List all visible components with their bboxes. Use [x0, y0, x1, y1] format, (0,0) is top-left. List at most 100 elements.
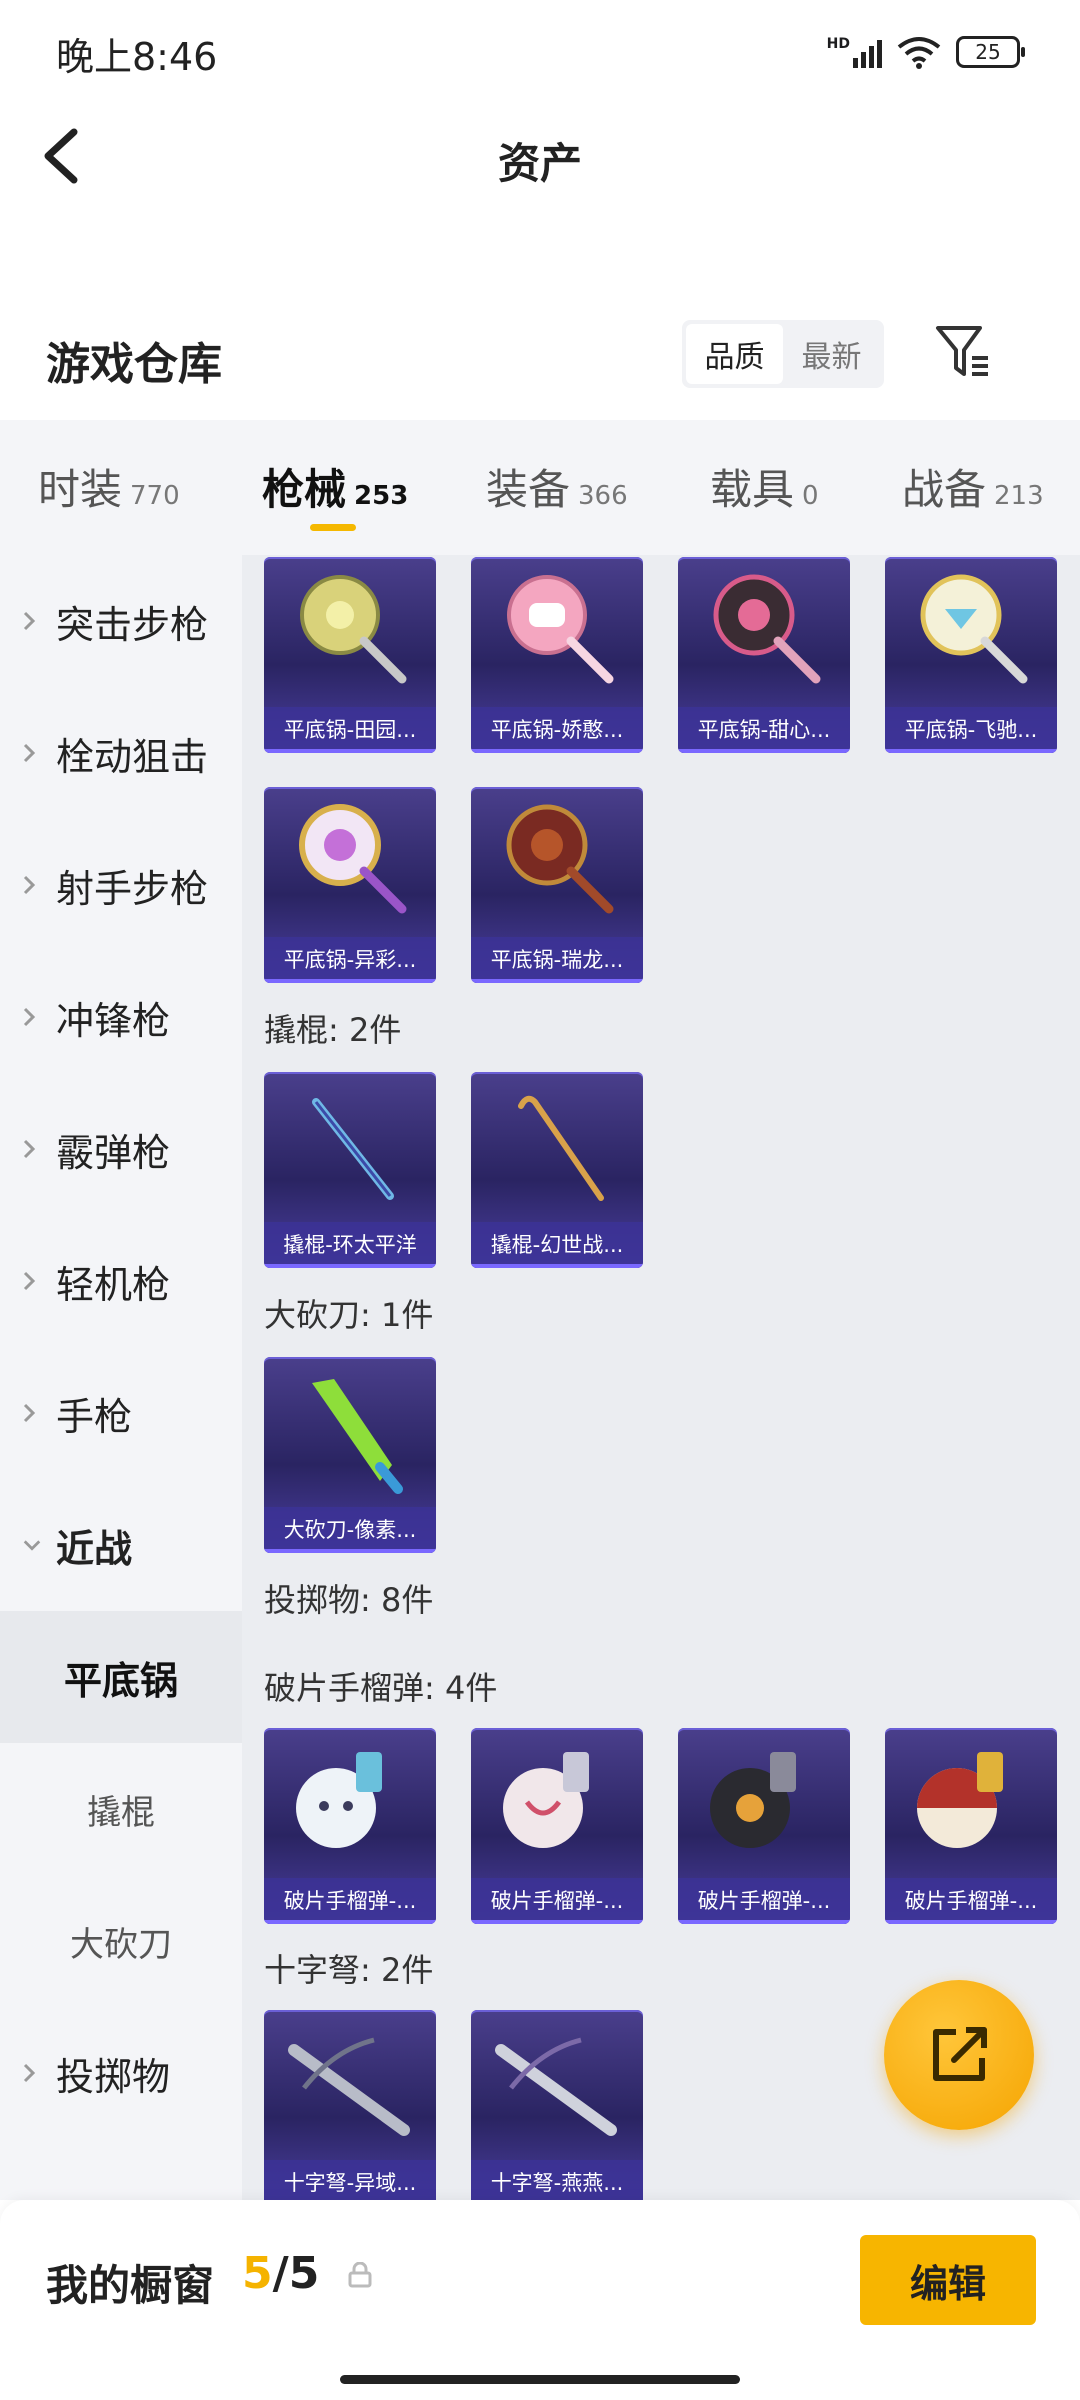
- share-external-icon: [933, 2027, 987, 2081]
- sidebar-item-shotgun[interactable]: 霰弹枪: [0, 1083, 242, 1215]
- item-card[interactable]: 破片手榴弹-...: [678, 1728, 850, 1924]
- rarity-bar: [264, 749, 436, 753]
- showcase-current: 5: [242, 2248, 273, 2299]
- status-bar: 晚上8:46 HD 25: [0, 0, 1080, 100]
- tab-label: 时装: [38, 465, 123, 514]
- item-name: 十字弩-异域...: [264, 2160, 436, 2200]
- sidebar-item-pistol[interactable]: 手枪: [0, 1347, 242, 1479]
- sort-quality-button[interactable]: 品质: [686, 324, 783, 384]
- item-grid: 平底锅-田园... 平底锅-娇憨... 平底锅-甜心... 平底锅-飞驰... …: [242, 555, 1080, 2200]
- sidebar-subitem-crowbar[interactable]: 撬棍: [0, 1743, 242, 1875]
- item-name: 破片手榴弹-...: [471, 1878, 643, 1924]
- tab-label: 战备: [902, 465, 987, 514]
- lock-icon: [348, 2262, 372, 2288]
- tab-label: 载具: [710, 465, 795, 514]
- crossbow-icon: [495, 2037, 617, 2136]
- edit-button[interactable]: 编辑: [860, 2235, 1036, 2325]
- rarity-bar: [885, 749, 1057, 753]
- tab-supplies[interactable]: 战备 213: [902, 456, 1044, 517]
- item-card[interactable]: 大砍刀-像素...: [264, 1357, 436, 1553]
- sidebar-item-throwables[interactable]: 投掷物: [0, 2007, 242, 2139]
- sidebar-item-label: 霰弹枪: [56, 1130, 171, 1175]
- item-card[interactable]: 平底锅-异彩...: [264, 787, 436, 983]
- item-card[interactable]: 平底锅-飞驰...: [885, 557, 1057, 753]
- chevron-right-icon: [22, 1006, 42, 1028]
- sidebar-item-smg[interactable]: 冲锋枪: [0, 951, 242, 1083]
- crossbow-icon: [288, 2037, 410, 2136]
- item-card[interactable]: 平底锅-瑞龙...: [471, 787, 643, 983]
- tab-equipment[interactable]: 装备 366: [486, 456, 628, 517]
- category-tabs: 时装 770 枪械 253 装备 366 载具 0 战备 213: [0, 420, 1080, 555]
- filter-icon[interactable]: [934, 320, 992, 384]
- signal-icon: HD: [827, 36, 882, 68]
- section-header-crowbar: 撬棍: 2件: [264, 1011, 402, 1049]
- tab-count: 770: [130, 481, 180, 511]
- rarity-bar: [471, 1264, 643, 1268]
- grenade-icon: [917, 1752, 1003, 1848]
- sidebar-item-lmg[interactable]: 轻机枪: [0, 1215, 242, 1347]
- item-name: 十字弩-燕燕...: [471, 2160, 643, 2200]
- chevron-right-icon: [22, 1138, 42, 1160]
- item-card[interactable]: 平底锅-娇憨...: [471, 557, 643, 753]
- frying-pan-icon: [713, 574, 821, 684]
- frying-pan-icon: [299, 804, 407, 914]
- item-name: 平底锅-田园...: [264, 707, 436, 753]
- item-card[interactable]: 十字弩-异域...: [264, 2010, 436, 2200]
- machete-icon: [312, 1379, 403, 1494]
- sidebar-subitem-frying-pan[interactable]: 平底锅: [0, 1611, 242, 1743]
- section-header-machete: 大砍刀: 1件: [264, 1296, 434, 1334]
- tab-count: 366: [578, 481, 628, 511]
- tab-label: 枪械: [262, 465, 347, 514]
- sidebar-item-melee[interactable]: 近战: [0, 1479, 242, 1611]
- item-card[interactable]: 十字弩-燕燕...: [471, 2010, 643, 2200]
- sidebar-item-marksman-rifle[interactable]: 射手步枪: [0, 819, 242, 951]
- item-card[interactable]: 破片手榴弹-...: [471, 1728, 643, 1924]
- rarity-bar: [264, 1920, 436, 1924]
- item-name: 平底锅-飞驰...: [885, 707, 1057, 753]
- item-name: 撬棍-环太平洋: [264, 1222, 436, 1268]
- item-card[interactable]: 撬棍-环太平洋: [264, 1072, 436, 1268]
- grenade-icon: [503, 1752, 589, 1848]
- frying-pan-icon: [507, 575, 614, 684]
- tab-label: 装备: [486, 465, 571, 514]
- sidebar-item-assault-rifle[interactable]: 突击步枪: [0, 555, 242, 687]
- item-card[interactable]: 平底锅-田园...: [264, 557, 436, 753]
- item-name: 大砍刀-像素...: [264, 1507, 436, 1553]
- wifi-icon: [897, 37, 941, 69]
- item-name: 破片手榴弹-...: [264, 1878, 436, 1924]
- item-name: 平底锅-娇憨...: [471, 707, 643, 753]
- chevron-right-icon: [22, 1402, 42, 1424]
- app-header: 资产: [0, 100, 1080, 210]
- rarity-bar: [471, 749, 643, 753]
- item-card[interactable]: 破片手榴弹-...: [885, 1728, 1057, 1924]
- chevron-right-icon: [22, 2062, 42, 2084]
- sidebar-item-label: 手枪: [56, 1394, 133, 1439]
- item-name: 平底锅-瑞龙...: [471, 937, 643, 983]
- tab-firearms[interactable]: 枪械 253: [262, 456, 408, 517]
- item-card[interactable]: 破片手榴弹-...: [264, 1728, 436, 1924]
- tab-count: 253: [354, 481, 409, 511]
- chevron-right-icon: [22, 1270, 42, 1292]
- crowbar-icon: [518, 1095, 604, 1201]
- item-name: 平底锅-甜心...: [678, 707, 850, 753]
- crowbar-icon: [312, 1098, 394, 1200]
- item-card[interactable]: 撬棍-幻世战...: [471, 1072, 643, 1268]
- share-fab-button[interactable]: [884, 1980, 1034, 2130]
- warehouse-title: 游戏仓库: [46, 339, 222, 390]
- battery-icon: 25: [956, 36, 1025, 68]
- status-icons: HD 25: [827, 32, 1025, 72]
- battery-level: 25: [975, 40, 1001, 64]
- sort-newest-button[interactable]: 最新: [783, 324, 880, 384]
- tab-vehicles[interactable]: 载具 0: [710, 456, 819, 517]
- sidebar-subitem-machete[interactable]: 大砍刀: [0, 1875, 242, 2007]
- chevron-right-icon: [22, 874, 42, 896]
- item-card[interactable]: 平底锅-甜心...: [678, 557, 850, 753]
- showcase-bar: 我的橱窗 5/5 编辑: [0, 2200, 1080, 2400]
- sidebar-item-bolt-sniper[interactable]: 栓动狙击: [0, 687, 242, 819]
- item-name: 撬棍-幻世战...: [471, 1222, 643, 1268]
- sidebar-item-label: 突击步枪: [56, 602, 209, 647]
- rarity-bar: [885, 1920, 1057, 1924]
- tab-fashion[interactable]: 时装 770: [38, 456, 180, 517]
- sort-toggle: 品质 最新: [682, 320, 884, 388]
- active-tab-indicator: [310, 524, 356, 531]
